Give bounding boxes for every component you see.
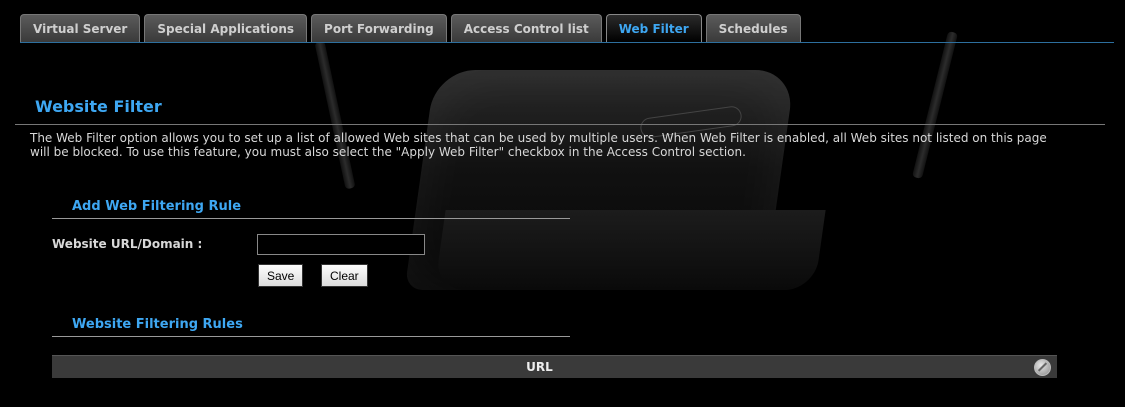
disabled-circle-icon[interactable] [1034,359,1051,376]
tab-web-filter[interactable]: Web Filter [605,14,702,42]
page-description: The Web Filter option allows you to set … [30,131,1047,159]
add-rule-divider [52,218,570,219]
rules-table-header: URL [52,355,1057,378]
rules-divider [52,336,570,337]
tab-port-forwarding[interactable]: Port Forwarding [311,14,447,42]
background-router-front [434,210,826,290]
title-divider [15,124,1105,125]
tab-bar: Virtual Server Special Applications Port… [20,14,801,42]
clear-button[interactable]: Clear [321,264,368,287]
tab-bar-underline [20,42,1114,43]
url-field-label: Website URL/Domain : [52,237,203,251]
tab-special-applications[interactable]: Special Applications [144,14,308,42]
add-rule-heading: Add Web Filtering Rule [72,199,242,214]
background-antenna-left [314,40,356,190]
tab-virtual-server[interactable]: Virtual Server [20,14,141,42]
tab-access-control-list[interactable]: Access Control list [450,14,602,42]
url-column-header: URL [526,360,553,374]
url-field[interactable] [257,234,425,255]
tab-schedules[interactable]: Schedules [705,14,801,42]
page-title: Website Filter [35,97,162,116]
save-button[interactable]: Save [258,264,304,287]
rules-heading: Website Filtering Rules [72,317,243,332]
